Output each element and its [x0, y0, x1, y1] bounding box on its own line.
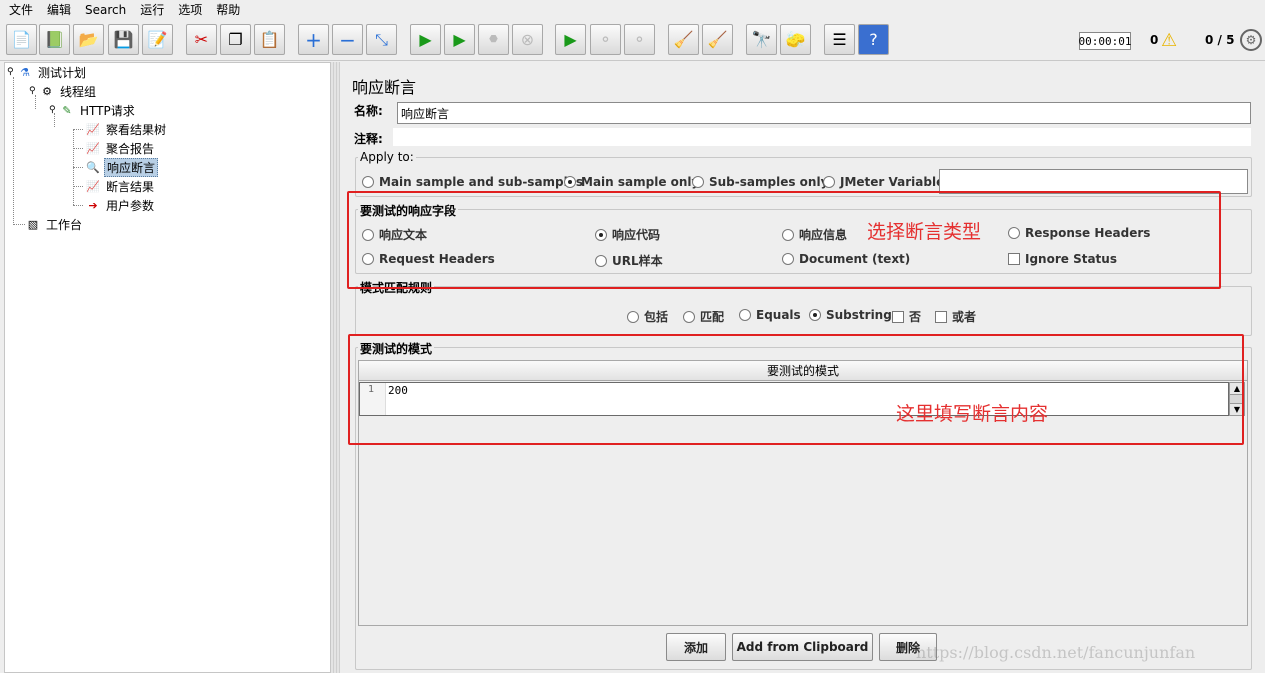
split-divider[interactable]: [331, 62, 340, 673]
annotation-fill-content: 这里填写断言内容: [896, 403, 1049, 425]
radio-contains[interactable]: 包括: [627, 308, 668, 325]
warning-icon[interactable]: ⚠: [1161, 30, 1177, 51]
copy-icon[interactable]: ❐: [220, 24, 251, 55]
remote-stop-icon[interactable]: ⚬: [590, 24, 621, 55]
toolbar: 📄 📗 📂 💾 📝 ✂ ❐ 📋 + − ⤡ ▶ ▶ ⬣ ⊗ ▶ ⚬ ⚬ 🧹 🧹 …: [0, 19, 1265, 61]
tree-node-user-parameters[interactable]: ➔ 用户参数: [85, 196, 156, 214]
annotation-select-type: 选择断言类型: [867, 221, 982, 243]
tree-node-aggregate-report[interactable]: 📈 聚合报告: [85, 139, 156, 157]
magnifier-icon: 🔍: [86, 160, 100, 174]
annotation-box-pattern: [348, 334, 1244, 445]
clear-all-icon[interactable]: 🧹: [702, 24, 733, 55]
clear-icon[interactable]: 🧹: [668, 24, 699, 55]
radio-sub-only[interactable]: Sub-samples only: [692, 175, 828, 189]
graph-icon: 📈: [86, 179, 100, 193]
pipette-icon: ✎: [62, 103, 72, 117]
watermark: https://blog.csdn.net/fancunjunfan: [916, 643, 1196, 662]
open-icon[interactable]: 📂: [73, 24, 104, 55]
radio-main-and-sub[interactable]: Main sample and sub-samples: [362, 175, 583, 189]
workbench-icon: ▧: [27, 217, 39, 231]
start-no-pause-icon[interactable]: ▶: [444, 24, 475, 55]
search-icon[interactable]: 🔭: [746, 24, 777, 55]
radio-matches[interactable]: 匹配: [683, 308, 724, 325]
reset-search-icon[interactable]: 🧽: [780, 24, 811, 55]
tree-node-workbench[interactable]: ▧ 工作台: [25, 215, 84, 233]
menu-run[interactable]: 运行: [140, 1, 164, 18]
toggle-icon[interactable]: ⤡: [366, 24, 397, 55]
radio-main-only[interactable]: Main sample only: [564, 175, 699, 189]
cut-icon[interactable]: ✂: [186, 24, 217, 55]
page-title: 响应断言: [352, 78, 417, 97]
expand-icon[interactable]: +: [298, 24, 329, 55]
thread-count: 0 / 5: [1205, 33, 1235, 47]
menu-options[interactable]: 选项: [178, 1, 202, 18]
status-icon[interactable]: ⚙: [1240, 29, 1262, 51]
tree-node-thread-group[interactable]: ⚲ ⚙ 线程组: [29, 82, 98, 100]
graph-icon: 📈: [86, 141, 100, 155]
help-icon[interactable]: ?: [858, 24, 889, 55]
checkbox-not[interactable]: 否: [892, 308, 921, 325]
apply-to-label: Apply to:: [358, 150, 416, 164]
flask-icon: ⚗: [20, 65, 30, 79]
menu-edit[interactable]: 编辑: [47, 1, 71, 18]
comment-label: 注释:: [354, 132, 383, 146]
annotation-box-field-type: [347, 191, 1221, 289]
collapse-toggle-icon[interactable]: ⚲: [49, 105, 59, 115]
shutdown-icon[interactable]: ⊗: [512, 24, 543, 55]
start-icon[interactable]: ▶: [410, 24, 441, 55]
save-as-icon[interactable]: 📝: [142, 24, 173, 55]
comment-input[interactable]: [393, 128, 1251, 146]
menu-file[interactable]: 文件: [9, 1, 33, 18]
tree-node-results-tree[interactable]: 📈 察看结果树: [85, 120, 168, 138]
checkbox-or[interactable]: 或者: [935, 308, 976, 325]
radio-equals[interactable]: Equals: [739, 308, 801, 322]
name-input[interactable]: 响应断言: [397, 102, 1251, 124]
function-helper-icon[interactable]: ☰: [824, 24, 855, 55]
radio-substring[interactable]: Substring: [809, 308, 892, 322]
tree-node-assertion-results[interactable]: 📈 断言结果: [85, 177, 156, 195]
pattern-rules-group: [355, 286, 1252, 336]
save-icon[interactable]: 💾: [108, 24, 139, 55]
arrow-doc-icon: ➔: [88, 198, 98, 212]
radio-jmeter-variable[interactable]: JMeter Variable: [823, 175, 944, 189]
remote-start-icon[interactable]: ▶: [555, 24, 586, 55]
paste-icon[interactable]: 📋: [254, 24, 285, 55]
tree-node-test-plan[interactable]: ⚲ ⚗ 测试计划: [7, 63, 88, 81]
menu-bar: 文件 编辑 Search 运行 选项 帮助: [0, 0, 1265, 19]
templates-icon[interactable]: 📗: [39, 24, 70, 55]
tree-node-http-request[interactable]: ⚲ ✎ HTTP请求: [49, 101, 137, 119]
warning-count: 0: [1150, 33, 1159, 47]
new-icon[interactable]: 📄: [6, 24, 37, 55]
elapsed-timer: 00:00:01: [1079, 32, 1132, 50]
test-plan-tree: ⚲ ⚗ 测试计划 ⚲ ⚙ 线程组 ⚲ ✎ HTTP请求 📈 察看结果树 📈 聚合…: [4, 62, 331, 673]
gear-icon: ⚙: [42, 84, 52, 98]
graph-icon: 📈: [86, 122, 100, 136]
name-label: 名称:: [354, 104, 383, 118]
stop-icon[interactable]: ⬣: [478, 24, 509, 55]
menu-help[interactable]: 帮助: [216, 1, 240, 18]
tree-node-response-assertion[interactable]: 🔍 响应断言: [85, 157, 159, 177]
add-from-clipboard-button[interactable]: Add from Clipboard: [732, 633, 873, 661]
collapse-toggle-icon[interactable]: ⚲: [29, 86, 39, 96]
collapse-toggle-icon[interactable]: ⚲: [7, 67, 17, 77]
add-button[interactable]: 添加: [666, 633, 726, 661]
collapse-icon[interactable]: −: [332, 24, 363, 55]
remote-shutdown-icon[interactable]: ⚬: [624, 24, 655, 55]
menu-search[interactable]: Search: [85, 3, 126, 17]
